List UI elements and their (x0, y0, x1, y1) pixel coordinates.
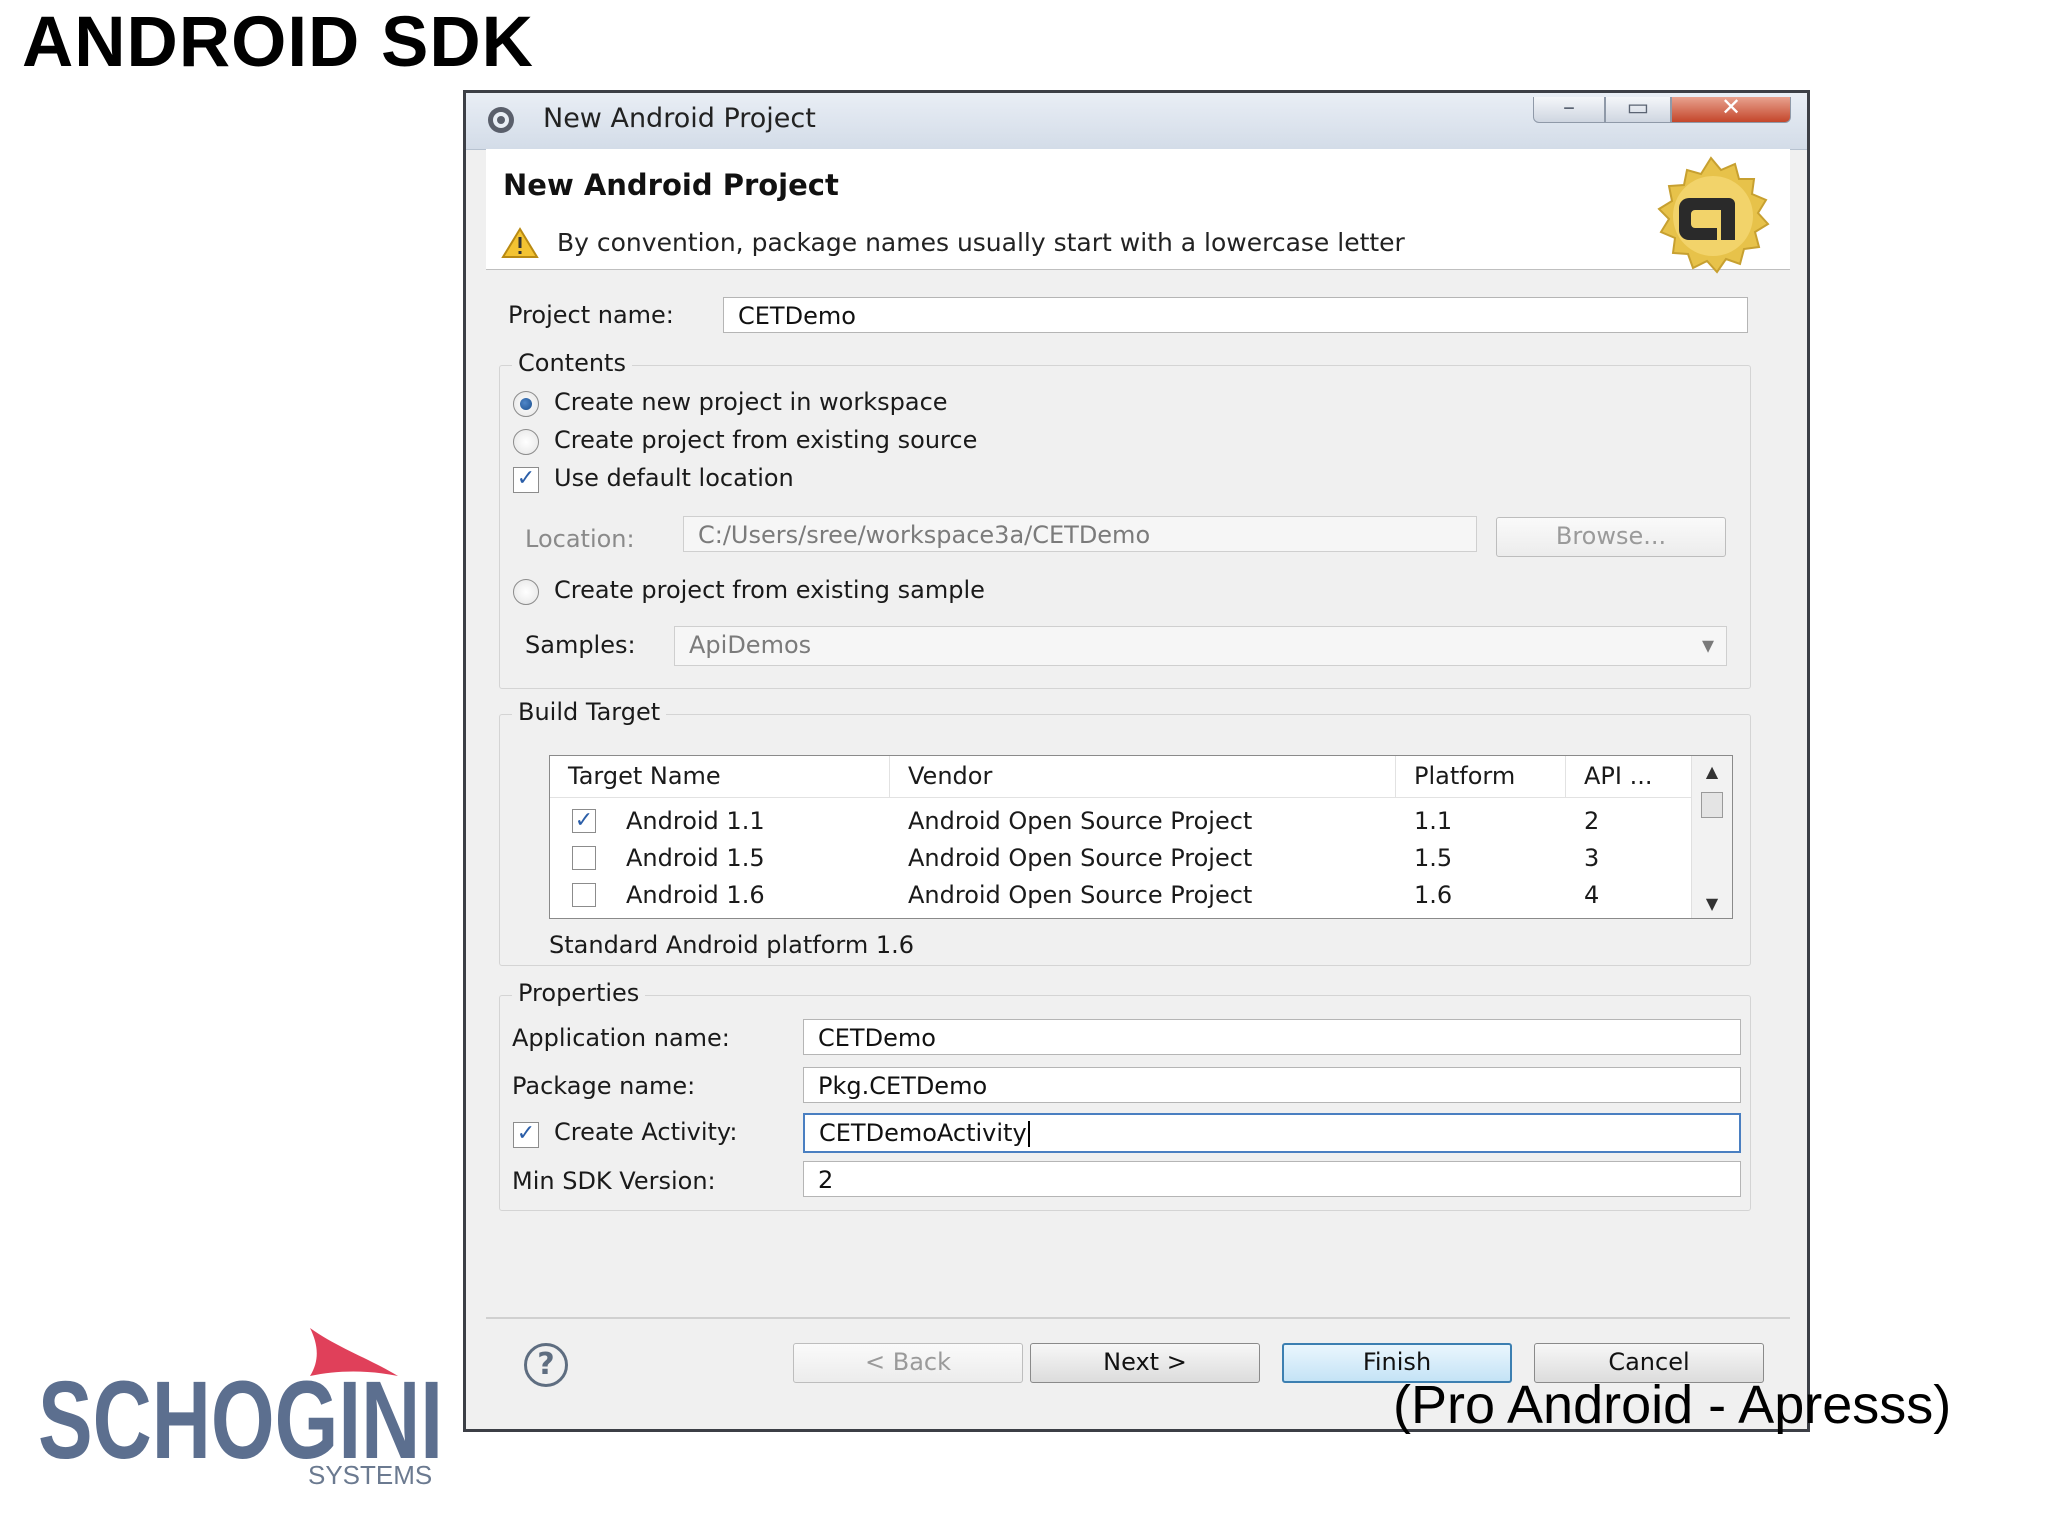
column-header-vendor[interactable]: Vendor (890, 756, 1396, 798)
application-name-input[interactable]: CETDemo (803, 1019, 1741, 1055)
source-citation: (Pro Android - Apresss) (1393, 1375, 1952, 1435)
project-name-input[interactable]: CETDemo (723, 297, 1748, 333)
existing-sample-radio[interactable] (513, 579, 539, 605)
create-activity-value: CETDemoActivity (819, 1119, 1027, 1147)
properties-group-title: Properties (512, 979, 646, 1007)
create-activity-label[interactable]: Create Activity: (554, 1118, 737, 1146)
back-button[interactable]: < Back (793, 1343, 1023, 1383)
android-adt-badge-icon (1657, 156, 1770, 274)
location-input[interactable]: C:/Users/sree/workspace3a/CETDemo (683, 516, 1477, 552)
existing-source-radio[interactable] (513, 429, 539, 455)
eclipse-gear-icon (488, 107, 514, 133)
create-new-project-label[interactable]: Create new project in workspace (554, 388, 948, 416)
project-name-label: Project name: (508, 301, 674, 329)
warning-icon (501, 227, 539, 258)
scrollbar-thumb[interactable] (1701, 792, 1723, 818)
platform-cell: 1.1 (1414, 807, 1453, 835)
minimize-button[interactable]: – (1533, 93, 1605, 123)
target-name-cell: Android 1.5 (626, 844, 765, 872)
api-cell: 3 (1584, 844, 1600, 872)
samples-select[interactable]: ApiDemos ▾ (674, 626, 1727, 666)
schogini-systems-logo: SCHOGINI SYSTEMS (38, 1328, 443, 1488)
new-android-project-dialog: New Android Project – ▭ ✕ New Android Pr… (463, 90, 1810, 1432)
brand-subtitle: SYSTEMS (308, 1460, 432, 1488)
next-button[interactable]: Next > (1030, 1343, 1260, 1383)
package-name-input[interactable]: Pkg.CETDemo (803, 1067, 1741, 1103)
scroll-down-icon[interactable]: ▼ (1692, 894, 1732, 913)
build-target-description: Standard Android platform 1.6 (549, 931, 915, 959)
table-scrollbar[interactable]: ▲ ▼ (1691, 756, 1732, 918)
chevron-down-icon: ▾ (1701, 631, 1714, 659)
use-default-location-checkbox[interactable]: ✓ (513, 467, 539, 493)
min-sdk-input[interactable]: 2 (803, 1161, 1741, 1197)
build-target-table: Target Name Vendor Platform API ... ✓ An… (549, 755, 1733, 919)
slide-title: ANDROID SDK (22, 3, 534, 82)
maximize-icon: ▭ (1626, 93, 1650, 121)
platform-cell: 1.5 (1414, 844, 1453, 872)
window-title: New Android Project (543, 103, 816, 134)
location-label: Location: (525, 525, 635, 553)
browse-button[interactable]: Browse... (1496, 517, 1726, 557)
target-name-cell: Android 1.1 (626, 807, 765, 835)
api-cell: 4 (1584, 881, 1600, 909)
vendor-cell: Android Open Source Project (908, 844, 1253, 872)
column-header-api[interactable]: API ... (1566, 756, 1692, 798)
vendor-cell: Android Open Source Project (908, 807, 1253, 835)
samples-label: Samples: (525, 631, 636, 659)
existing-source-label[interactable]: Create project from existing source (554, 426, 977, 454)
application-name-label: Application name: (512, 1024, 730, 1052)
min-sdk-label: Min SDK Version: (512, 1167, 716, 1195)
target-name-cell: Android 1.6 (626, 881, 765, 909)
existing-sample-label[interactable]: Create project from existing sample (554, 576, 985, 604)
create-activity-input[interactable]: CETDemoActivity (803, 1113, 1741, 1153)
contents-group-title: Contents (512, 349, 632, 377)
wizard-title: New Android Project (503, 168, 839, 202)
target-checkbox[interactable] (572, 883, 596, 907)
footer-divider (486, 1317, 1790, 1319)
scroll-up-icon[interactable]: ▲ (1692, 762, 1732, 781)
text-caret (1027, 1121, 1030, 1147)
build-target-group-title: Build Target (512, 698, 667, 726)
vendor-cell: Android Open Source Project (908, 881, 1253, 909)
column-header-platform[interactable]: Platform (1396, 756, 1566, 798)
column-header-target-name[interactable]: Target Name (550, 756, 890, 798)
use-default-location-label[interactable]: Use default location (554, 464, 794, 492)
platform-cell: 1.6 (1414, 881, 1453, 909)
minimize-icon: – (1563, 93, 1575, 121)
close-button[interactable]: ✕ (1671, 93, 1791, 123)
create-new-project-radio[interactable] (513, 391, 539, 417)
help-icon[interactable]: ? (524, 1343, 568, 1387)
warning-message: By convention, package names usually sta… (557, 228, 1405, 257)
close-icon: ✕ (1720, 93, 1742, 121)
create-activity-checkbox[interactable]: ✓ (513, 1122, 539, 1148)
package-name-label: Package name: (512, 1072, 696, 1100)
target-checkbox[interactable]: ✓ (572, 809, 596, 833)
api-cell: 2 (1584, 807, 1600, 835)
wizard-header: New Android Project By convention, packa… (486, 149, 1790, 274)
maximize-button[interactable]: ▭ (1605, 93, 1671, 123)
samples-selected-value: ApiDemos (689, 631, 812, 659)
target-checkbox[interactable] (572, 846, 596, 870)
window-titlebar[interactable]: New Android Project – ▭ ✕ (466, 93, 1807, 150)
